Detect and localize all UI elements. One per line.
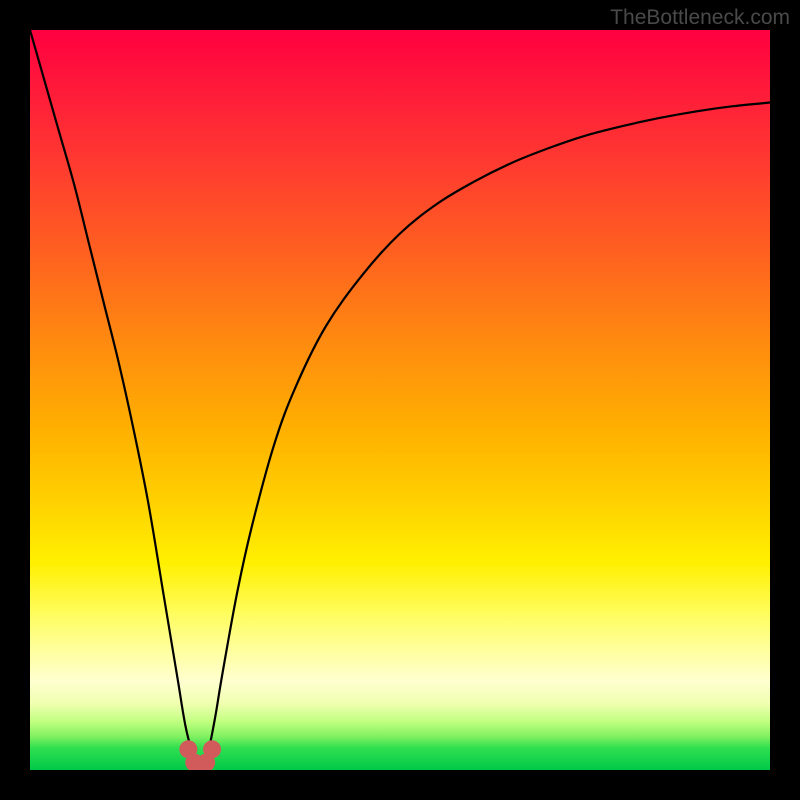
watermark-text: TheBottleneck.com	[610, 6, 790, 30]
curve-layer	[30, 30, 770, 770]
trough-markers	[179, 740, 221, 770]
chart-container: TheBottleneck.com	[0, 0, 800, 800]
trough-marker	[203, 740, 221, 758]
plot-area	[30, 30, 770, 770]
bottleneck-curve	[30, 30, 770, 770]
